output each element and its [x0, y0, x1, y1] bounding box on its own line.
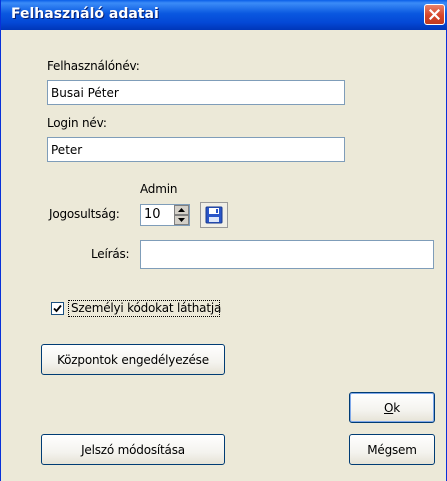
enable-centers-button[interactable]: Központok engedélyezése — [41, 344, 225, 375]
enable-centers-label: Központok engedélyezése — [57, 352, 209, 367]
close-icon — [429, 9, 440, 20]
stepper-down-button[interactable] — [174, 215, 189, 225]
user-details-dialog: Felhasználó adatai Felhasználónév: Login… — [0, 0, 447, 481]
ok-label: Ok — [384, 400, 400, 415]
checkmark-icon — [53, 304, 62, 313]
change-password-button[interactable]: Jelszó módosítása — [41, 434, 225, 465]
username-label: Felhasználónév: — [47, 59, 140, 73]
stepper-up-button[interactable] — [174, 205, 189, 215]
cancel-label: Mégsem — [367, 442, 417, 457]
description-label: Leírás: — [91, 247, 130, 261]
cancel-button[interactable]: Mégsem — [349, 434, 435, 465]
login-field[interactable] — [47, 137, 345, 162]
username-field[interactable] — [47, 80, 345, 105]
permission-stepper[interactable]: 10 — [140, 204, 190, 226]
permission-label: Jogosultság: — [49, 207, 120, 221]
login-label: Login név: — [47, 116, 107, 130]
description-field[interactable] — [140, 240, 434, 269]
change-password-label: Jelszó módosítása — [81, 442, 185, 457]
arrow-up-icon — [178, 208, 185, 212]
save-button[interactable] — [200, 202, 228, 228]
stepper-buttons — [174, 205, 189, 225]
title-bar[interactable]: Felhasználó adatai — [1, 0, 447, 30]
floppy-disk-icon — [205, 206, 223, 224]
arrow-down-icon — [178, 218, 185, 222]
close-button[interactable] — [424, 4, 445, 25]
personal-codes-checkbox[interactable] — [51, 302, 64, 315]
permission-value: 10 — [144, 207, 161, 222]
window-title: Felhasználó adatai — [11, 6, 159, 22]
personal-codes-label[interactable]: Személyi kódokat láthatja — [71, 301, 221, 315]
ok-button[interactable]: Ok — [349, 392, 435, 423]
role-caption: Admin — [140, 182, 178, 196]
